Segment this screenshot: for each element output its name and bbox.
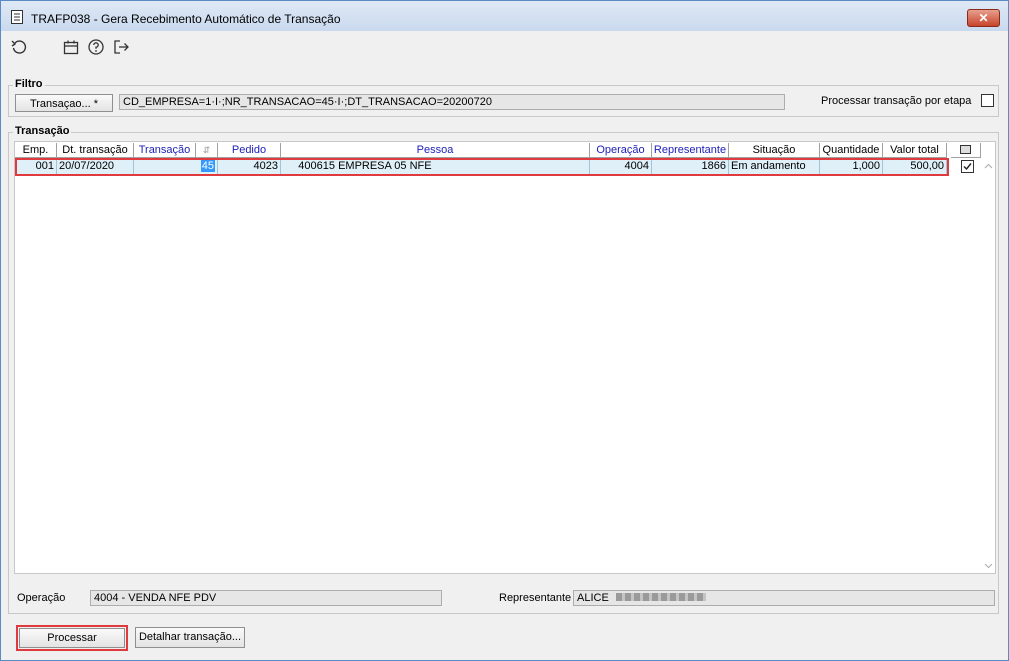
processar-etapa-label: Processar transação por etapa <box>821 95 972 107</box>
select-all-icon <box>960 145 971 154</box>
col-header-pedido[interactable]: Pedido <box>218 143 281 158</box>
representante-field[interactable]: ALICE <box>573 590 995 606</box>
filtro-legend: Filtro <box>13 78 45 90</box>
cell-valor-total: 500,00 <box>883 159 947 175</box>
calendar-icon[interactable] <box>62 38 80 56</box>
cell-emp: 001 <box>15 159 57 175</box>
processar-etapa-checkbox[interactable] <box>981 94 994 107</box>
col-header-transacao[interactable]: Transação <box>134 143 196 158</box>
exit-icon[interactable] <box>112 38 130 56</box>
cell-quantidade: 1,000 <box>820 159 883 175</box>
operacao-field[interactable]: 4004 - VENDA NFE PDV <box>90 590 442 606</box>
cell-operacao: 4004 <box>590 159 652 175</box>
refresh-icon[interactable] <box>10 38 28 56</box>
vertical-scrollbar[interactable] <box>981 159 996 574</box>
close-icon: ✕ <box>978 11 989 25</box>
cell-representante: 1866 <box>652 159 729 175</box>
col-header-representante[interactable]: Representante <box>652 143 729 158</box>
cell-pessoa-code: 400615 <box>298 160 335 172</box>
transacao-filter-button[interactable]: Transaçao... * <box>15 94 113 112</box>
close-button[interactable]: ✕ <box>967 9 1000 27</box>
toolbar <box>1 31 1008 65</box>
app-window: TRAFP038 - Gera Recebimento Automático d… <box>0 0 1009 661</box>
title-bar: TRAFP038 - Gera Recebimento Automático d… <box>1 1 1008 31</box>
col-header-pessoa[interactable]: Pessoa <box>281 143 590 158</box>
representante-value: ALICE <box>577 592 609 604</box>
document-icon <box>11 10 23 24</box>
col-header-emp[interactable]: Emp. <box>15 143 57 158</box>
checkmark-icon <box>963 163 972 171</box>
help-icon[interactable] <box>87 38 105 56</box>
cell-pessoa: 400615 EMPRESA 05 NFE <box>281 159 590 175</box>
cell-situacao: Em andamento <box>729 159 820 175</box>
cell-pessoa-name: EMPRESA 05 NFE <box>338 160 432 172</box>
operacao-label: Operação <box>17 592 66 604</box>
scroll-down-icon[interactable] <box>984 563 993 569</box>
representante-label: Representante <box>499 592 572 604</box>
scroll-up-icon[interactable] <box>984 163 993 169</box>
col-header-situacao[interactable]: Situação <box>729 143 820 158</box>
row-select-checkbox[interactable] <box>961 160 974 173</box>
cell-transacao-value[interactable]: 45 <box>200 160 215 172</box>
filter-expression-field[interactable]: CD_EMPRESA=1·I·;NR_TRANSACAO=45·I·;DT_TR… <box>119 94 785 110</box>
col-header-sort[interactable]: ⇵ <box>196 143 218 158</box>
redacted-text <box>615 593 706 601</box>
filtro-group: Filtro Transaçao... * CD_EMPRESA=1·I·;NR… <box>8 78 999 117</box>
transacao-grid: Emp. Dt. transação Transação ⇵ Pedido Pe… <box>14 141 996 574</box>
cell-pedido: 4023 <box>218 159 281 175</box>
detalhar-transacao-button[interactable]: Detalhar transação... <box>135 627 245 648</box>
transacao-legend: Transação <box>13 125 72 137</box>
sort-icon: ⇵ <box>202 145 211 155</box>
cell-transacao: 45 <box>134 159 218 175</box>
cell-dt-transacao: 20/07/2020 <box>57 159 134 175</box>
col-header-operacao[interactable]: Operação <box>590 143 652 158</box>
col-header-valor-total[interactable]: Valor total <box>883 143 947 158</box>
window-title: TRAFP038 - Gera Recebimento Automático d… <box>31 12 341 26</box>
col-header-select-all[interactable] <box>951 143 981 158</box>
processar-highlight-outline <box>16 625 128 651</box>
col-header-quantidade[interactable]: Quantidade <box>820 143 883 158</box>
col-header-dt-transacao[interactable]: Dt. transação <box>57 143 134 158</box>
